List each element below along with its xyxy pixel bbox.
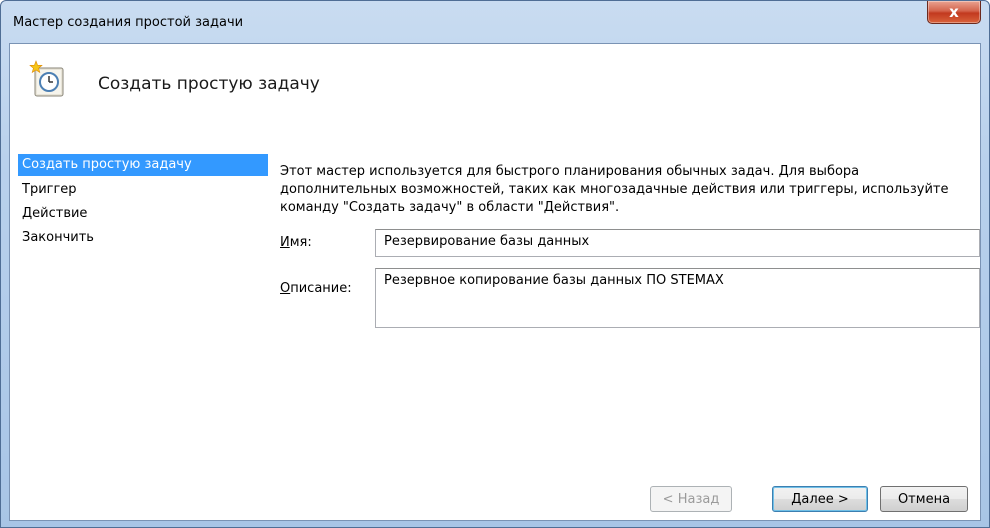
cancel-button[interactable]: Отмена <box>880 486 968 512</box>
next-button[interactable]: Далее > <box>772 486 868 512</box>
wizard-steps-nav: Создать простую задачу Триггер Действие … <box>18 154 268 250</box>
nav-step-action[interactable]: Действие <box>18 202 268 226</box>
wizard-client-area: Создать простую задачу Создать простую з… <box>9 43 981 521</box>
task-scheduler-clock-icon <box>29 60 64 97</box>
name-field[interactable]: Резервирование базы данных <box>375 229 980 257</box>
wizard-window: Мастер создания простой задачи x Создать… <box>0 0 990 528</box>
nav-step-finish[interactable]: Закончить <box>18 226 268 250</box>
description-field[interactable]: Резервное копирование базы данных ПО STE… <box>375 268 980 328</box>
nav-step-create-task[interactable]: Создать простую задачу <box>18 154 268 176</box>
title-bar[interactable]: Мастер создания простой задачи x <box>1 1 989 41</box>
back-button[interactable]: < Назад <box>650 486 732 512</box>
window-title: Мастер создания простой задачи <box>13 15 244 30</box>
description-label: Описание: <box>280 281 352 296</box>
close-icon: x <box>949 3 959 21</box>
page-title: Создать простую задачу <box>98 74 320 94</box>
name-label: Имя: <box>280 235 312 250</box>
close-button[interactable]: x <box>927 1 981 24</box>
wizard-header: Создать простую задачу <box>10 44 980 148</box>
wizard-intro-text: Этот мастер используется для быстрого пл… <box>280 164 949 215</box>
nav-step-trigger[interactable]: Триггер <box>18 178 268 202</box>
